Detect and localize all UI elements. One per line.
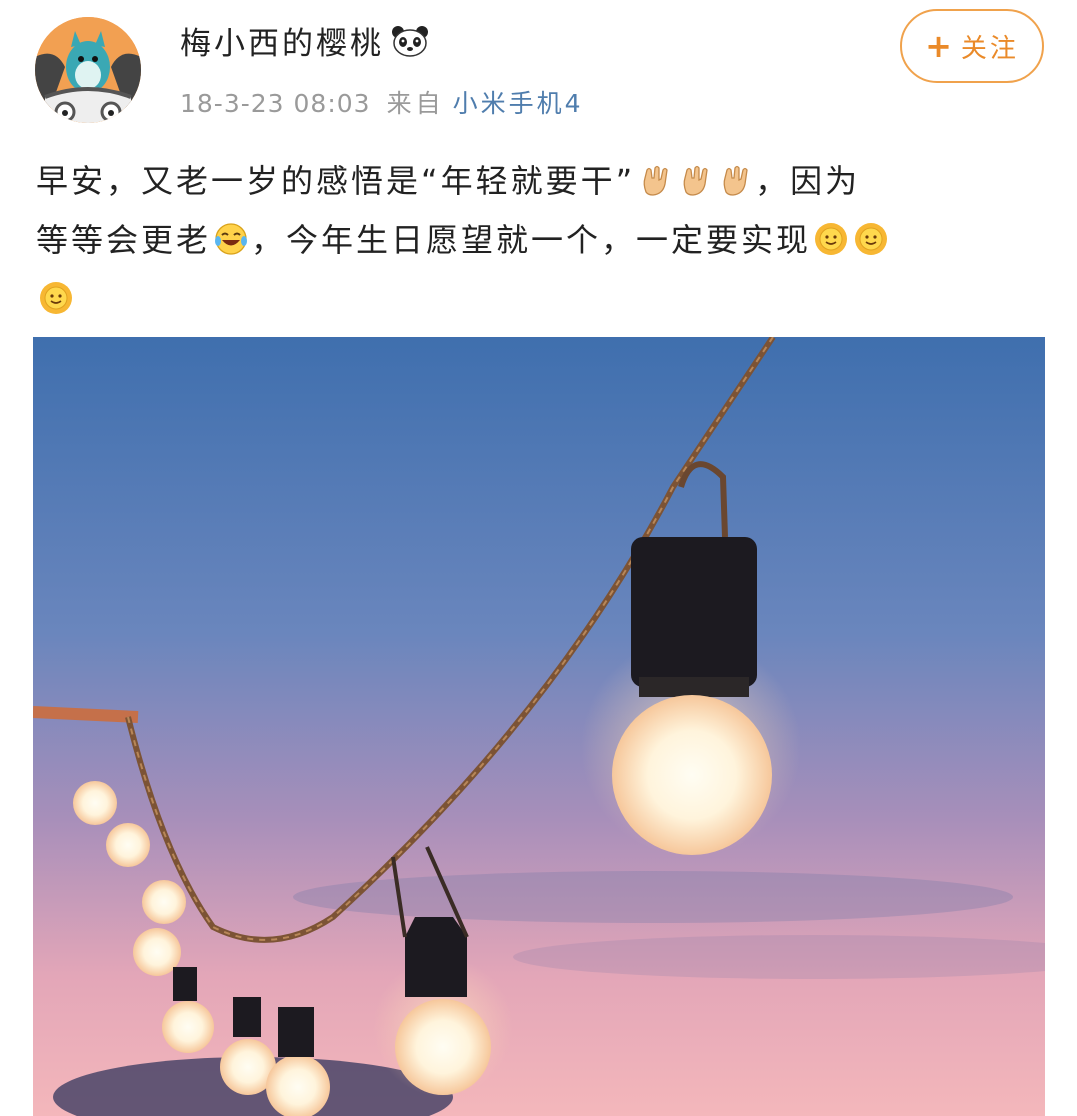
laugh-cry-emoji-icon — [215, 223, 248, 255]
rock-hand-emoji-icon — [643, 165, 668, 196]
avatar-totoro-icon — [35, 17, 141, 123]
author-name[interactable]: 梅小西的樱桃 — [180, 26, 384, 62]
post-text-line2a: 等等会更老 — [36, 221, 212, 259]
follow-button[interactable]: + 关注 — [900, 9, 1044, 83]
sunny-smile-emoji-icon — [815, 223, 848, 255]
from-label: 来自 — [386, 89, 445, 118]
post-image[interactable] — [33, 337, 1045, 1116]
post-text-line2b: ，今年生日愿望就一个，一定要实现 — [251, 221, 812, 259]
post-meta: 18-3-23 08:03 来自 小米手机4 — [180, 84, 584, 120]
plus-icon: + — [925, 27, 955, 65]
author-name-row[interactable]: 梅小西的樱桃 — [180, 18, 430, 66]
post-time: 18-3-23 08:03 — [180, 89, 371, 118]
post-text-line1: 早安，又老一岁的感悟是“年轻就要干” — [36, 162, 636, 200]
follow-label: 关注 — [960, 33, 1019, 64]
rock-hand-emoji-icon — [723, 165, 748, 196]
string-lights-photo — [33, 337, 1045, 1116]
avatar[interactable] — [35, 17, 141, 123]
post-text-line1-end: ，因为 — [755, 162, 861, 200]
rock-hand-emoji-icon — [683, 165, 708, 196]
post-header: 梅小西的樱桃 18-3-23 08:03 来自 小米手机4 + 关注 — [0, 0, 1077, 130]
sunny-smile-emoji-icon — [855, 223, 888, 255]
post-body-text: 早安，又老一岁的感悟是“年轻就要干” ，因为 等等会更老 ，今年生日愿望就一个，一定… — [36, 152, 1046, 329]
sunny-smile-emoji-icon — [40, 282, 72, 314]
device-link[interactable]: 小米手机4 — [453, 89, 584, 118]
panda-icon — [390, 24, 430, 66]
